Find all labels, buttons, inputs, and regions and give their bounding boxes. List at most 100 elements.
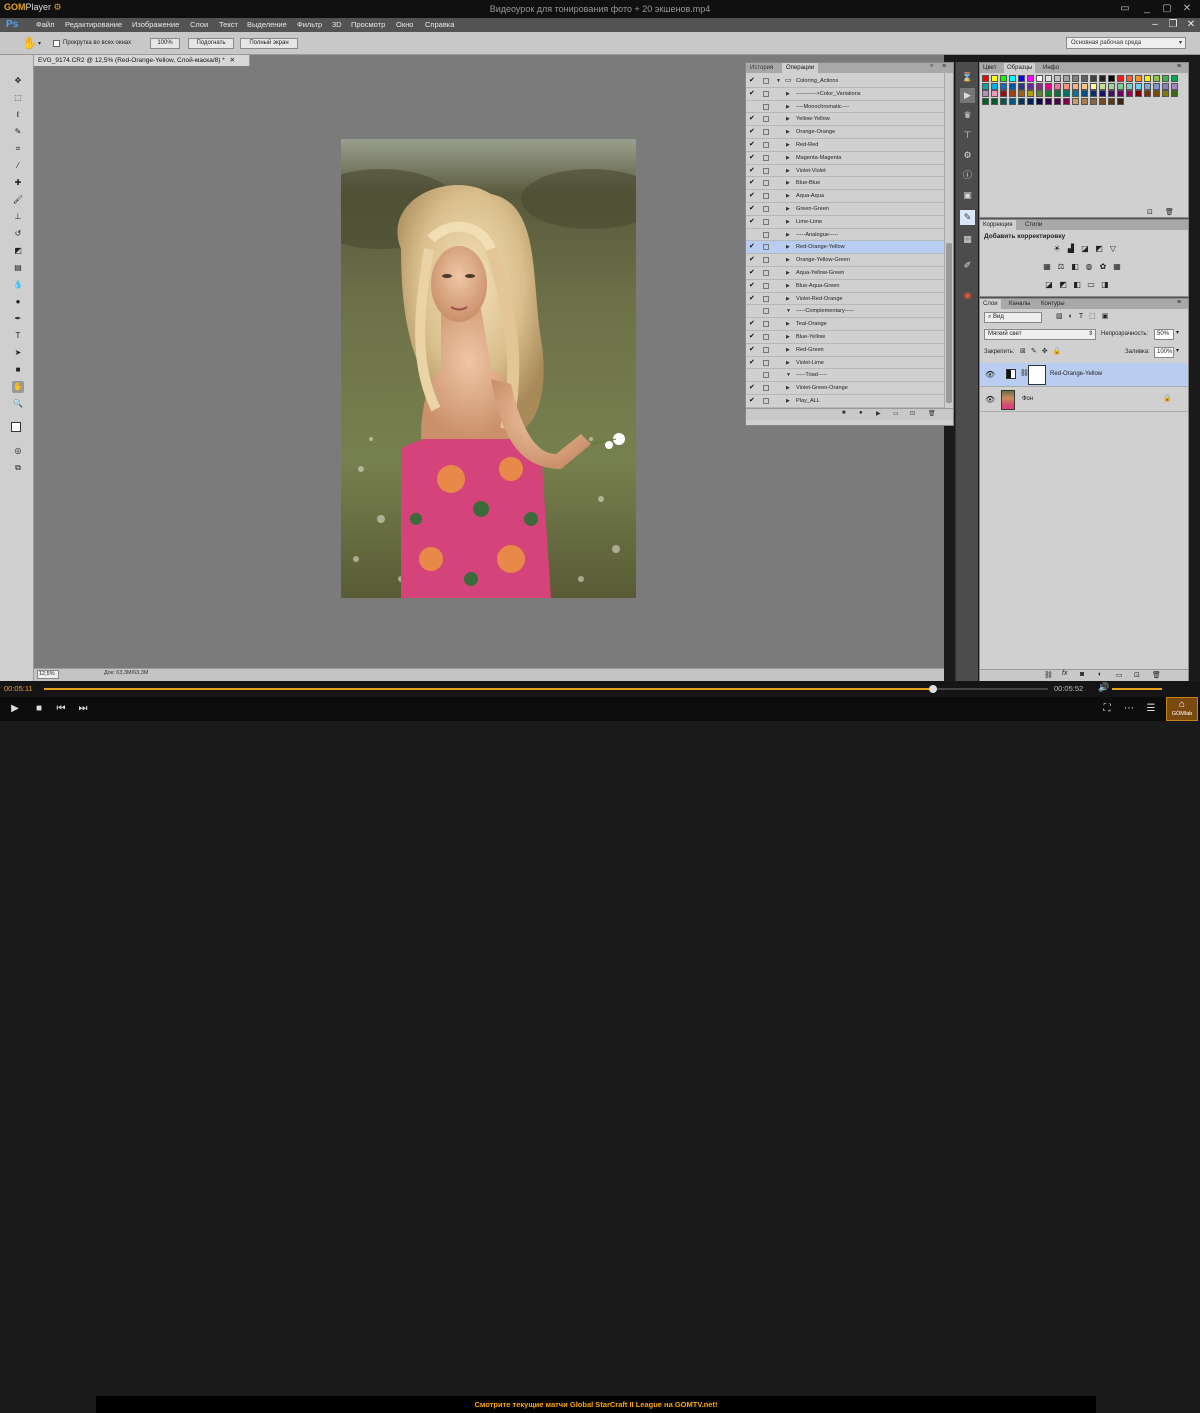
play-icon[interactable]: ▶ bbox=[8, 702, 22, 716]
new-action-icon[interactable]: ⊡ bbox=[910, 410, 915, 417]
color-swatch[interactable] bbox=[1099, 75, 1106, 82]
color-swatch[interactable] bbox=[1135, 82, 1142, 90]
action-row[interactable]: ✔ ▶ Blue-Yellow bbox=[746, 331, 944, 344]
color-swatch[interactable] bbox=[1036, 97, 1043, 105]
layer-filter-icons[interactable]: ▨◐T⬚▣ bbox=[1056, 312, 1114, 320]
previous-icon[interactable]: ⏮ bbox=[54, 702, 68, 716]
screen-mode-icon[interactable]: ⧉ bbox=[12, 462, 24, 474]
dialog-toggle-box[interactable] bbox=[763, 103, 769, 110]
tool-presets-icon[interactable]: ♛ bbox=[960, 108, 975, 123]
fill-input[interactable]: 100% bbox=[1154, 347, 1174, 358]
layer-name[interactable]: Red-Orange-Yellow bbox=[1050, 371, 1102, 377]
shape-tool-icon[interactable]: ■ bbox=[12, 364, 24, 376]
close-button[interactable]: ✕ bbox=[1178, 2, 1196, 15]
dialog-toggle-box[interactable] bbox=[763, 359, 769, 366]
dialog-toggle-box[interactable] bbox=[763, 385, 769, 392]
ps-close-button[interactable]: ✕ bbox=[1182, 18, 1200, 32]
new-swatch-icon[interactable]: ⊡ bbox=[1147, 208, 1153, 216]
color-swatch[interactable] bbox=[1081, 90, 1088, 97]
color-swatch[interactable] bbox=[1090, 97, 1097, 105]
color-swatch[interactable] bbox=[1081, 75, 1088, 82]
tab-layers[interactable]: Слои bbox=[980, 299, 1001, 309]
color-swatch[interactable] bbox=[1045, 90, 1052, 97]
dialog-toggle-box[interactable] bbox=[763, 282, 769, 289]
brush-presets-icon[interactable]: ⊤ bbox=[960, 128, 975, 143]
color-swatch[interactable] bbox=[1063, 97, 1070, 105]
action-row[interactable]: ✔ ▶ Green-Green bbox=[746, 203, 944, 216]
new-layer-icon[interactable]: ⊡ bbox=[1134, 671, 1140, 679]
dialog-toggle-box[interactable] bbox=[763, 295, 769, 302]
history-brush-icon[interactable]: ↺ bbox=[12, 228, 24, 240]
expand-right-icon[interactable]: ▶ bbox=[786, 203, 790, 215]
blend-mode-select[interactable]: Мягкий свет ⇕ bbox=[984, 329, 1096, 340]
channels-icon[interactable]: ▦ bbox=[960, 232, 975, 247]
tab-color[interactable]: Цвет bbox=[980, 63, 999, 73]
action-row[interactable]: ✔ ▶ Lime-Lime bbox=[746, 216, 944, 229]
color-swatch[interactable] bbox=[1045, 75, 1052, 82]
posterize-icon[interactable]: ◩ bbox=[1058, 280, 1068, 289]
fullscreen-icon[interactable]: ⛶ bbox=[1100, 702, 1114, 716]
panel-menu-icon[interactable]: ≡ bbox=[942, 63, 946, 70]
action-row[interactable]: ✔ ▶ Orange-Yellow-Green bbox=[746, 254, 944, 267]
color-swatch[interactable] bbox=[1000, 90, 1007, 97]
color-swatch[interactable] bbox=[1126, 82, 1133, 90]
color-swatch[interactable] bbox=[1072, 90, 1079, 97]
dialog-toggle-box[interactable] bbox=[763, 218, 769, 225]
dialog-toggle-box[interactable] bbox=[763, 398, 769, 404]
color-swatch[interactable] bbox=[1108, 82, 1115, 90]
color-swatch[interactable] bbox=[1117, 90, 1124, 97]
healing-brush-icon[interactable]: ✚ bbox=[12, 177, 24, 189]
action-toggle-check[interactable]: ✔ bbox=[749, 357, 757, 369]
expand-right-icon[interactable]: ▶ bbox=[786, 165, 790, 177]
color-swatch[interactable] bbox=[1036, 82, 1043, 90]
dialog-toggle-box[interactable] bbox=[763, 116, 769, 123]
trash-icon[interactable]: 🗑 bbox=[1165, 208, 1174, 216]
expand-right-icon[interactable]: ▶ bbox=[786, 152, 790, 164]
layer-row[interactable]: 👁 Фон 🔒 bbox=[980, 388, 1188, 412]
actions-scrollbar[interactable] bbox=[944, 73, 953, 416]
expand-right-icon[interactable]: ▶ bbox=[786, 113, 790, 125]
expand-down-icon[interactable]: ▼ bbox=[786, 369, 791, 381]
color-swatch[interactable] bbox=[1072, 82, 1079, 90]
opacity-input[interactable]: 50% bbox=[1154, 329, 1174, 340]
color-swatch[interactable] bbox=[1117, 97, 1124, 105]
blur-tool-icon[interactable]: 💧 bbox=[12, 279, 24, 291]
zoom-tool-icon[interactable]: 🔍 bbox=[12, 398, 24, 410]
dialog-toggle-box[interactable] bbox=[763, 90, 769, 97]
action-toggle-check[interactable]: ✔ bbox=[749, 126, 757, 138]
color-swatch[interactable] bbox=[1072, 97, 1079, 105]
color-swatch[interactable] bbox=[1144, 90, 1151, 97]
close-icon[interactable]: ✕ bbox=[230, 57, 235, 64]
color-swatch[interactable] bbox=[1126, 90, 1133, 97]
dialog-toggle-box[interactable] bbox=[763, 154, 769, 161]
action-toggle-check[interactable]: ✔ bbox=[749, 241, 757, 253]
navigator-icon[interactable]: ▣ bbox=[960, 188, 975, 203]
action-toggle-check[interactable]: ✔ bbox=[749, 152, 757, 164]
zoom-100-button[interactable]: 100% bbox=[150, 38, 180, 49]
action-row[interactable]: ✔ ▶ Yellow-Yellow bbox=[746, 113, 944, 127]
expand-right-icon[interactable]: ▶ bbox=[786, 357, 790, 369]
action-toggle-check[interactable]: ✔ bbox=[749, 318, 757, 330]
dialog-toggle-box[interactable] bbox=[763, 193, 769, 200]
maximize-button[interactable]: ▢ bbox=[1158, 2, 1176, 15]
action-row[interactable]: ▼ -----Triad----- bbox=[746, 369, 944, 383]
vibrance-icon[interactable]: ▽ bbox=[1108, 244, 1118, 253]
color-swatch[interactable] bbox=[1027, 75, 1034, 82]
action-row[interactable]: ✔ ▶ Blue-Aqua-Green bbox=[746, 280, 944, 293]
3d-icon[interactable]: ◉ bbox=[960, 288, 975, 303]
dialog-toggle-box[interactable] bbox=[763, 129, 769, 136]
color-swatch[interactable] bbox=[1072, 75, 1079, 82]
scrollbar-thumb[interactable] bbox=[946, 243, 952, 403]
hue-saturation-icon[interactable]: ▦ bbox=[1042, 262, 1052, 271]
color-swatch[interactable] bbox=[1135, 90, 1142, 97]
dialog-toggle-box[interactable] bbox=[763, 372, 769, 379]
color-swatch[interactable] bbox=[1162, 90, 1169, 97]
color-swatch[interactable] bbox=[1162, 75, 1169, 82]
expand-right-icon[interactable]: ▶ bbox=[786, 382, 790, 394]
color-swatch[interactable] bbox=[1063, 82, 1070, 90]
expand-right-icon[interactable]: ▶ bbox=[786, 280, 790, 292]
stop-icon[interactable]: ■ bbox=[32, 702, 46, 716]
color-swatch[interactable] bbox=[1054, 75, 1061, 82]
color-balance-icon[interactable]: ⚖ bbox=[1056, 262, 1066, 271]
color-swatch[interactable] bbox=[991, 75, 998, 82]
